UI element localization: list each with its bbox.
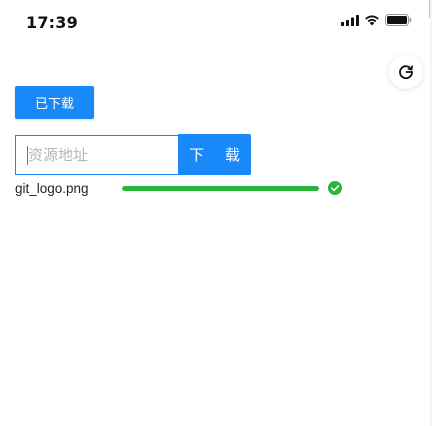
download-button[interactable]: 下 载 — [178, 134, 251, 175]
battery-icon — [385, 14, 412, 26]
cellular-signal-icon — [341, 14, 359, 26]
wifi-icon — [365, 15, 379, 26]
status-bar: 17:39 — [0, 0, 432, 44]
refresh-button[interactable] — [389, 55, 423, 89]
status-time: 17:39 — [26, 13, 78, 32]
url-input-wrapper — [15, 135, 178, 175]
edge-divider — [429, 0, 430, 18]
download-progress-fill — [122, 185, 319, 191]
check-circle-icon — [328, 181, 342, 195]
refresh-icon — [399, 65, 413, 80]
download-item: git_logo.png — [15, 180, 355, 196]
status-icons — [341, 14, 412, 26]
text-caret — [27, 146, 28, 165]
url-input[interactable] — [16, 136, 178, 174]
download-file-name: git_logo.png — [15, 180, 89, 196]
downloaded-button[interactable]: 已下载 — [15, 86, 94, 119]
download-progress-bar — [122, 185, 319, 191]
